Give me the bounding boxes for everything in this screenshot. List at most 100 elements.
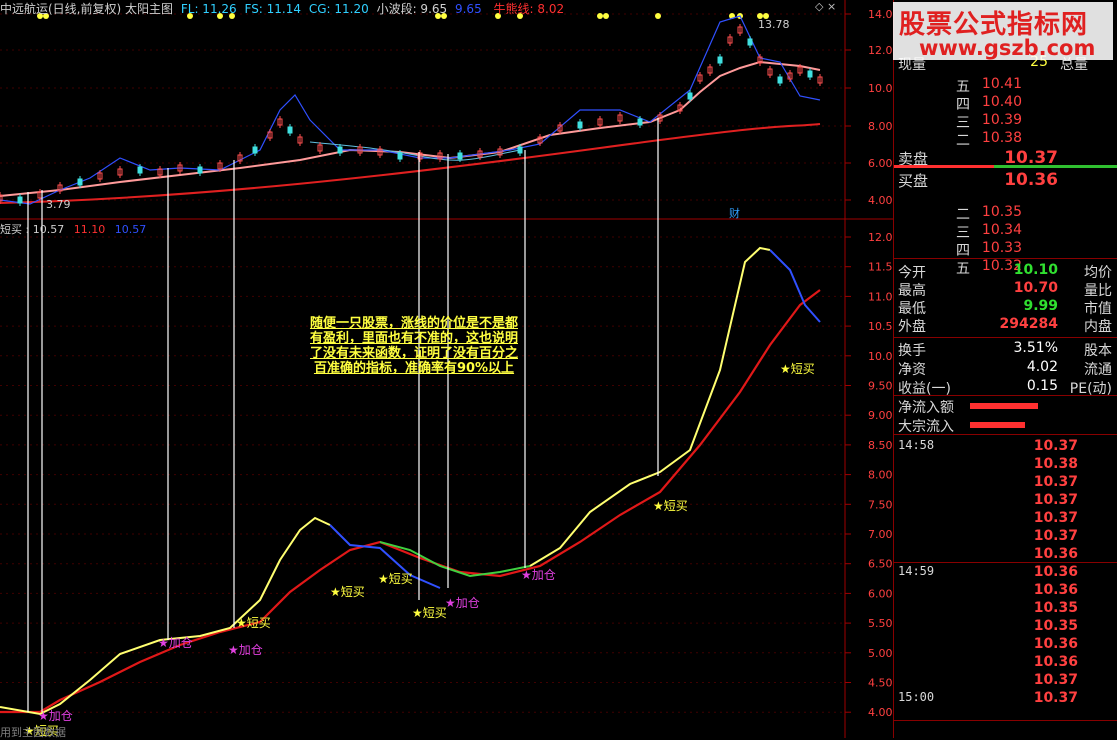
indicator-v3: 10.57: [114, 223, 147, 236]
signal-label: ★短买: [653, 499, 688, 513]
signal-label: ★短买: [412, 606, 447, 620]
bid-price: 10.34: [981, 222, 1022, 238]
lower-axis-label: 6.50: [868, 558, 893, 571]
blue-line: [0, 15, 821, 205]
ask-level-label: 四: [956, 97, 970, 113]
window-controls[interactable]: ◇ ×: [815, 0, 836, 13]
bid-level-label: 四: [956, 243, 970, 259]
flow-row: 净流入额: [894, 397, 1117, 416]
star-marker: [655, 13, 661, 19]
ask-level-label: 二: [956, 133, 970, 149]
tick-price: 10.37: [1033, 528, 1078, 544]
mid-ma-line: [0, 60, 821, 197]
fl-value: FL: 11.26: [180, 2, 237, 16]
stat-value: 10.10: [1013, 262, 1058, 278]
bid-level-label: 三: [956, 225, 970, 241]
tick-price: 10.37: [1033, 438, 1078, 454]
lower-price-axis: 12.0011.5011.0010.5010.009.509.008.508.0…: [0, 231, 900, 719]
candle-body: [717, 56, 723, 64]
stat-value: 9.99: [1023, 298, 1058, 314]
tick-price: 10.35: [1033, 618, 1078, 634]
watermark-url: www.gszb.com: [919, 36, 1096, 60]
lower-axis-label: 8.00: [868, 469, 893, 482]
indicator-label: 短买: [0, 223, 22, 236]
lower-axis-label: 6.00: [868, 587, 893, 600]
indicator-name: 太阳主图: [125, 2, 174, 16]
tick-row: 10.37: [894, 474, 1117, 492]
bid-row: 三 10.34: [894, 222, 1117, 241]
tick-row: 10.35: [894, 600, 1117, 618]
tick-row: 10.36: [894, 636, 1117, 654]
tick-row: 10.38: [894, 456, 1117, 474]
flow-bar: [970, 403, 1038, 409]
stat-row: 外盘 294284 内盘: [894, 316, 1117, 335]
stat2-label: 换手: [898, 343, 926, 359]
flow-label: 大宗流入: [898, 419, 954, 435]
candle-body: [637, 118, 643, 126]
stat-label: 外盘: [898, 319, 926, 335]
low-price-label: 3.79: [46, 198, 71, 211]
candle-body: [197, 166, 203, 174]
wave-value-2: 9.65: [454, 2, 482, 16]
candle-body: [807, 70, 813, 78]
finance-marker[interactable]: 财: [729, 205, 740, 221]
stat-row: 最低 9.99 市值: [894, 298, 1117, 317]
ask-row: 二 10.38: [894, 130, 1117, 149]
tick-price: 10.37: [1033, 492, 1078, 508]
candle-body: [17, 196, 23, 204]
candle-body: [252, 146, 258, 154]
star-marker: [597, 13, 603, 19]
tick-row: 10.37: [894, 528, 1117, 546]
lower-axis-label: 5.00: [868, 647, 893, 660]
candlesticks: [0, 24, 823, 206]
signal-label: ★短买: [236, 616, 271, 630]
stat-label-2: 量比: [1084, 283, 1112, 299]
ask-price: 10.38: [981, 130, 1022, 146]
buy-row: 买盘 10.36: [894, 170, 1117, 190]
tick-price: 10.36: [1033, 582, 1078, 598]
signal-label: ★加仓: [38, 709, 73, 723]
signal-label: ★加仓: [445, 596, 480, 610]
signal-label: ★加仓: [521, 568, 556, 582]
lower-axis-label: 9.00: [868, 409, 893, 422]
indicator-v1: 10.57: [32, 223, 65, 236]
stat-label-2: 市值: [1084, 301, 1112, 317]
candle-body: [287, 126, 293, 134]
lower-axis-label: 4.00: [868, 706, 893, 719]
signal-label: ★加仓: [158, 636, 193, 650]
tick-time: 15:00: [898, 690, 935, 704]
stat-row: 最高 10.70 量比: [894, 280, 1117, 299]
upper-axis-label: 4.00: [868, 194, 893, 207]
buy-label: 买盘: [898, 172, 929, 190]
stat2-label: 净资: [898, 362, 926, 378]
signal-label: ★加仓: [228, 643, 263, 657]
tick-price: 10.36: [1033, 564, 1078, 580]
annotation-text: 随便一只股票，涨线的价位是不是都有盈利，里面也有不准的，这也说明了没有未来函数，…: [309, 316, 518, 376]
tick-row: 14:59 10.36: [894, 564, 1117, 582]
flow-bar: [970, 422, 1025, 428]
upper-price-axis: 14.0012.0010.008.006.004.00: [0, 8, 900, 207]
lower-axis-label: 7.00: [868, 528, 893, 541]
indicator-chart: [0, 118, 821, 716]
bid-row: 二 10.35: [894, 204, 1117, 223]
upper-axis-label: 8.00: [868, 120, 893, 133]
tick-row: 10.37: [894, 492, 1117, 510]
high-price-label: 13.78: [758, 18, 790, 31]
tick-row: 14:58 10.37: [894, 438, 1117, 456]
stat2-label-2: 股本: [1084, 343, 1112, 359]
bid-row: 四 10.33: [894, 240, 1117, 259]
indicator-yellow-line-2: [529, 246, 771, 567]
stat2-value: 4.02: [1026, 359, 1058, 375]
tick-price: 10.36: [1033, 654, 1078, 670]
tick-price: 10.36: [1033, 636, 1078, 652]
stat2-row: 换手 3.51% 股本: [894, 340, 1117, 359]
watermark: 股票公式指标网 www.gszb.com: [893, 2, 1113, 60]
stat2-value: 0.15: [1026, 378, 1058, 394]
stat-label: 最低: [898, 301, 926, 317]
candle-body: [777, 76, 783, 84]
cg-value: CG: 11.20: [308, 2, 369, 16]
wave-value: 小波段: 9.65: [376, 2, 448, 16]
candle-body: [77, 178, 83, 186]
tick-row: 10.36: [894, 654, 1117, 672]
stat-label-2: 内盘: [1084, 319, 1112, 335]
